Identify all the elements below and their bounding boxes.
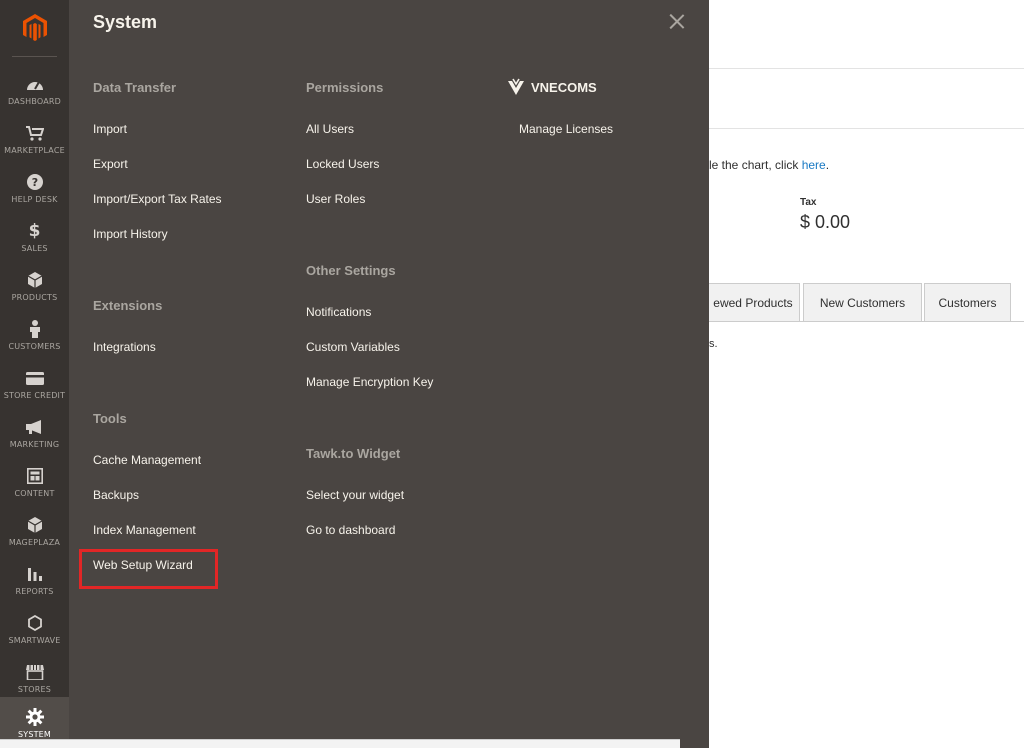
- sidebar-item-customers[interactable]: CUSTOMERS: [0, 311, 69, 359]
- person-icon: [25, 319, 45, 339]
- menu-link-web-setup-wizard[interactable]: Web Setup Wizard: [93, 558, 193, 572]
- credit-card-icon: [25, 368, 45, 388]
- menu-link-all-users[interactable]: All Users: [306, 122, 354, 136]
- svg-text:?: ?: [31, 176, 37, 189]
- sidebar-item-label: SMARTWAVE: [8, 636, 61, 645]
- sidebar-item-label: SYSTEM: [17, 730, 52, 739]
- sidebar-item-label: REPORTS: [15, 587, 54, 596]
- megaphone-icon: [25, 417, 45, 437]
- section-title-vnecoms: VNECOMS: [507, 78, 597, 96]
- bar-chart-icon: [25, 564, 45, 584]
- hexagon-icon: [25, 613, 45, 633]
- menu-link-notifications[interactable]: Notifications: [306, 305, 371, 319]
- chart-disabled-message: le the chart, click here.: [709, 158, 829, 172]
- section-title-other-settings: Other Settings: [306, 263, 396, 278]
- menu-link-import[interactable]: Import: [93, 122, 127, 136]
- enable-chart-link[interactable]: here: [802, 158, 826, 172]
- section-title-tools: Tools: [93, 411, 127, 426]
- menu-link-go-to-dashboard[interactable]: Go to dashboard: [306, 523, 395, 537]
- sidebar-item-label: STORE CREDIT: [3, 391, 66, 400]
- menu-link-index-management[interactable]: Index Management: [93, 523, 196, 537]
- menu-link-backups[interactable]: Backups: [93, 488, 139, 502]
- menu-link-cache-management[interactable]: Cache Management: [93, 453, 201, 467]
- section-title-permissions: Permissions: [306, 80, 384, 95]
- dashboard-icon: [25, 74, 45, 94]
- sidebar-item-stores[interactable]: STORES: [0, 654, 69, 702]
- sidebar-item-reports[interactable]: REPORTS: [0, 556, 69, 604]
- sidebar-item-marketplace[interactable]: MARKETPLACE: [0, 115, 69, 163]
- divider: [709, 68, 1024, 69]
- sidebar-item-products[interactable]: PRODUCTS: [0, 262, 69, 310]
- sidebar-item-sales[interactable]: $ SALES: [0, 213, 69, 261]
- menu-link-manage-encryption-key[interactable]: Manage Encryption Key: [306, 375, 433, 389]
- sidebar-item-label: MARKETING: [9, 440, 60, 449]
- close-icon[interactable]: [667, 12, 687, 32]
- sidebar-item-help-desk[interactable]: ? HELP DESK: [0, 164, 69, 212]
- sidebar-item-marketing[interactable]: MARKETING: [0, 409, 69, 457]
- menu-link-manage-licenses[interactable]: Manage Licenses: [519, 122, 613, 136]
- divider: [709, 128, 1024, 129]
- sidebar-divider: [12, 56, 57, 57]
- cube-icon: [25, 515, 45, 535]
- store-icon: [25, 662, 45, 682]
- menu-link-import-export-tax-rates[interactable]: Import/Export Tax Rates: [93, 192, 222, 206]
- admin-sidebar: DASHBOARD MARKETPLACE ? HELP DESK $ SALE…: [0, 0, 69, 748]
- tax-label: Tax: [800, 197, 817, 208]
- help-icon: ?: [25, 172, 45, 192]
- sidebar-item-label: HELP DESK: [11, 195, 58, 204]
- menu-link-select-your-widget[interactable]: Select your widget: [306, 488, 404, 502]
- sidebar-item-label: CUSTOMERS: [8, 342, 61, 351]
- sidebar-item-label: PRODUCTS: [11, 293, 58, 302]
- browser-status-bar: [0, 739, 680, 748]
- menu-link-user-roles[interactable]: User Roles: [306, 192, 365, 206]
- system-menu-panel: System Data Transfer Import Export Impor…: [69, 0, 709, 748]
- section-title-extensions: Extensions: [93, 298, 163, 313]
- sidebar-item-label: SALES: [21, 244, 48, 253]
- section-title-tawk-widget: Tawk.to Widget: [306, 446, 401, 461]
- vnecoms-logo-icon: [508, 78, 524, 95]
- layout-icon: [25, 466, 45, 486]
- tabs-divider: [709, 321, 1024, 322]
- sidebar-item-label: CONTENT: [14, 489, 55, 498]
- menu-link-import-history[interactable]: Import History: [93, 227, 168, 241]
- chart-message-text: le the chart, click: [709, 158, 802, 172]
- sidebar-item-smartwave[interactable]: SMARTWAVE: [0, 605, 69, 653]
- tab-most-viewed-products[interactable]: ewed Products: [707, 283, 800, 322]
- menu-link-custom-variables[interactable]: Custom Variables: [306, 340, 400, 354]
- menu-link-integrations[interactable]: Integrations: [93, 340, 156, 354]
- chart-message-end: .: [825, 158, 830, 172]
- sidebar-item-content[interactable]: CONTENT: [0, 458, 69, 506]
- tab-new-customers[interactable]: New Customers: [803, 283, 922, 322]
- tab-customers[interactable]: Customers: [924, 283, 1011, 322]
- menu-link-export[interactable]: Export: [93, 157, 128, 171]
- gear-icon: [25, 707, 45, 727]
- sidebar-item-store-credit[interactable]: STORE CREDIT: [0, 360, 69, 408]
- sidebar-item-label: DASHBOARD: [7, 97, 62, 106]
- sidebar-item-label: MAGEPLAZA: [8, 538, 61, 547]
- cart-icon: [25, 123, 45, 143]
- cube-icon: [25, 270, 45, 290]
- sidebar-item-system[interactable]: SYSTEM: [0, 697, 69, 739]
- sidebar-item-label: STORES: [17, 685, 52, 694]
- menu-link-locked-users[interactable]: Locked Users: [306, 157, 379, 171]
- sidebar-item-label: MARKETPLACE: [4, 146, 65, 155]
- tab-content-text: s.: [709, 338, 718, 350]
- sidebar-item-mageplaza[interactable]: MAGEPLAZA: [0, 507, 69, 555]
- sidebar-item-dashboard[interactable]: DASHBOARD: [0, 66, 69, 114]
- panel-title: System: [93, 12, 158, 32]
- vnecoms-title: VNECOMS: [531, 79, 597, 95]
- section-title-data-transfer: Data Transfer: [93, 80, 177, 95]
- magento-logo[interactable]: [0, 0, 69, 56]
- magento-logo-icon: [22, 14, 47, 41]
- tax-value: $ 0.00: [800, 212, 851, 232]
- dollar-icon: $: [28, 221, 41, 241]
